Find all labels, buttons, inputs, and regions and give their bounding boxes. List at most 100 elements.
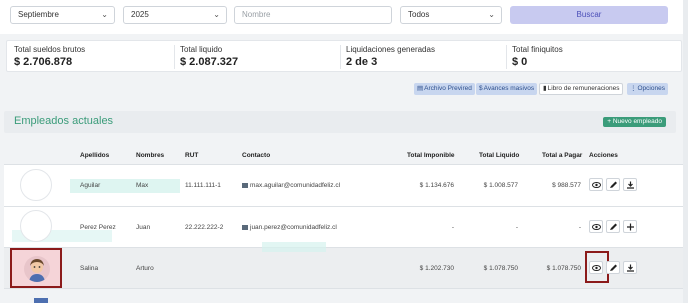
column-header-contacto: Contacto (242, 152, 271, 159)
eye-icon (592, 224, 601, 230)
avatar-highlight (10, 248, 62, 288)
cell-imponible: - (451, 224, 454, 231)
payroll-page: Septiembre ⌄ 2025 ⌄ Nombre Todos ⌄ Busca… (0, 0, 688, 303)
edit-button[interactable] (606, 220, 620, 233)
download-icon (627, 264, 634, 272)
edit-button[interactable] (606, 261, 620, 274)
chevron-down-icon: ⌄ (488, 10, 495, 19)
cell-rut: 11.111.111-1 (185, 182, 221, 189)
summary-value: $ 2.706.878 (14, 56, 73, 68)
month-select[interactable]: Septiembre ⌄ (10, 6, 115, 24)
column-header-liquido: Total Liquido (479, 152, 520, 159)
scrollbar[interactable] (683, 0, 688, 303)
column-header-rut: RUT (185, 152, 199, 159)
avatar (20, 210, 52, 242)
cell-contacto[interactable]: juan.perez@comunidadfeliz.cl (242, 224, 337, 231)
chevron-down-icon: ⌄ (213, 10, 220, 19)
download-button[interactable] (623, 178, 637, 191)
file-icon: ▤ (417, 85, 424, 92)
divider (174, 45, 175, 69)
section-title: Empleados actuales (14, 115, 114, 127)
cell-pagar: - (578, 224, 581, 231)
column-header-pagar: Total a Pagar (542, 152, 583, 159)
summary-panel: Total sueldos brutos $ 2.706.878 Total l… (6, 40, 682, 72)
status-select-value: Todos (408, 10, 430, 19)
add-button[interactable] (623, 220, 637, 233)
table-row (4, 248, 684, 288)
summary-card-gross: Total sueldos brutos $ 2.706.878 (14, 45, 85, 68)
dollar-icon: $ (479, 85, 483, 92)
cell-contacto[interactable]: max.aguilar@comunidadfeliz.cl (242, 182, 340, 189)
employees-section-header: Empleados actuales + Nuevo empleado (4, 111, 676, 133)
summary-label: Total finiquitos (512, 45, 563, 54)
book-icon: ▮ (543, 85, 547, 92)
new-employee-button[interactable]: + Nuevo empleado (603, 117, 666, 127)
summary-value: 2 de 3 (346, 56, 378, 68)
contact-email: max.aguilar@comunidadfeliz.cl (250, 182, 341, 189)
cell-nombres: Juan (136, 224, 151, 231)
pagination-fragment[interactable] (34, 298, 48, 303)
year-select[interactable]: 2025 ⌄ (123, 6, 227, 24)
name-input[interactable]: Nombre (234, 6, 392, 24)
envelope-icon (242, 224, 248, 230)
view-button[interactable] (589, 178, 603, 191)
envelope-icon (242, 182, 248, 188)
cell-apellidos: Aguilar (80, 182, 101, 189)
cell-liquido: $ 1.008.577 (483, 182, 518, 189)
cell-apellidos: Salina (80, 265, 99, 272)
cell-pagar: $ 1.078.750 (546, 265, 581, 272)
divider (4, 288, 684, 289)
pencil-icon (610, 181, 617, 188)
summary-label: Total liquido (180, 45, 223, 54)
contact-email: juan.perez@comunidadfeliz.cl (250, 224, 337, 231)
cell-nombres: Arturo (136, 265, 154, 272)
person-avatar-icon (29, 259, 45, 282)
libro-label: Libro de remuneraciones (547, 85, 620, 92)
divider (506, 45, 507, 69)
summary-label: Total sueldos brutos (14, 45, 86, 54)
cell-imponible: $ 1.134.676 (419, 182, 454, 189)
avatar (20, 169, 52, 201)
summary-value: $ 0 (512, 56, 528, 68)
column-header-acciones: Acciones (589, 152, 618, 159)
cell-imponible: $ 1.202.730 (419, 265, 454, 272)
search-button[interactable]: Buscar (510, 6, 668, 24)
avances-button[interactable]: $Avances masivos (476, 83, 538, 95)
name-input-placeholder: Nombre (242, 10, 271, 19)
filter-bar: Septiembre ⌄ 2025 ⌄ Nombre Todos ⌄ Busca… (0, 0, 688, 34)
avatar (24, 256, 50, 282)
overlay-blob (262, 242, 326, 252)
pencil-icon (610, 223, 617, 230)
eye-icon (592, 182, 601, 188)
previred-button[interactable]: ▤Archivo Previred (414, 83, 475, 95)
status-select[interactable]: Todos ⌄ (400, 6, 502, 24)
year-select-value: 2025 (131, 10, 149, 19)
summary-card-severance: Total finiquitos $ 0 (512, 45, 563, 68)
kebab-icon: ⋮ (630, 85, 637, 92)
cell-nombres: Max (136, 182, 149, 189)
opciones-label: Opciones (637, 85, 665, 92)
pencil-icon (610, 264, 617, 271)
view-button[interactable] (589, 220, 603, 233)
previred-label: Archivo Previred (424, 85, 472, 92)
opciones-button[interactable]: ⋮Opciones (627, 83, 668, 95)
cell-liquido: $ 1.078.750 (483, 265, 518, 272)
column-header-apellidos: Apellidos (80, 152, 110, 159)
summary-label: Liquidaciones generadas (346, 45, 435, 54)
cell-pagar: $ 988.577 (552, 182, 581, 189)
cell-liquido: - (515, 224, 518, 231)
download-button[interactable] (623, 261, 637, 274)
plus-icon (627, 223, 634, 231)
cell-apellidos: Perez Perez (80, 224, 116, 231)
cell-rut: 22.222.222-2 (185, 224, 224, 231)
libro-button[interactable]: ▮Libro de remuneraciones (539, 83, 624, 95)
chevron-down-icon: ⌄ (101, 10, 108, 19)
avances-label: Avances masivos (483, 85, 535, 92)
summary-value: $ 2.087.327 (180, 56, 239, 68)
summary-card-settlements: Liquidaciones generadas 2 de 3 (346, 45, 435, 68)
month-select-value: Septiembre (18, 10, 59, 19)
edit-button[interactable] (606, 178, 620, 191)
column-header-imponible: Total Imponible (407, 152, 455, 159)
divider (340, 45, 341, 69)
download-icon (627, 181, 634, 189)
